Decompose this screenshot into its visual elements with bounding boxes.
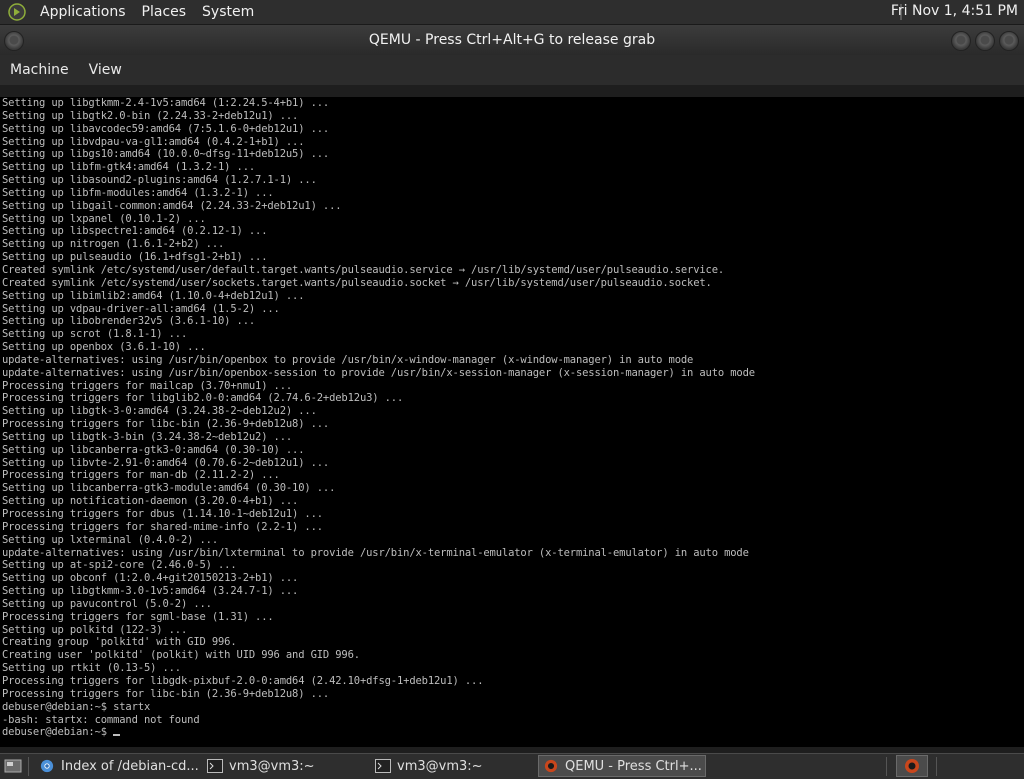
console-line: Processing triggers for libglib2.0-0:amd…: [2, 392, 404, 405]
console-line: Setting up obconf (1:2.0.4+git20150213-2…: [2, 572, 299, 585]
clock[interactable]: Fri Nov 1, 4:51 PM: [891, 3, 1018, 19]
console-line: Setting up pavucontrol (5.0-2) ...: [2, 597, 212, 610]
console-line: Setting up pulseaudio (16.1+dfsg1-2+b1) …: [2, 251, 268, 264]
qemu-icon: [544, 759, 558, 773]
console-line: Setting up vdpau-driver-all:amd64 (1.5-2…: [2, 302, 280, 315]
console-line: Setting up at-spi2-core (2.46.0-5) ...: [2, 559, 237, 572]
console-line: Processing triggers for libc-bin (2.36-9…: [2, 687, 330, 700]
maximize-button[interactable]: [975, 31, 995, 51]
console-line: Setting up libgtk-3-0:amd64 (3.24.38-2~d…: [2, 405, 317, 418]
taskbar-separator: [28, 757, 29, 776]
terminal-icon: [207, 759, 223, 773]
console-line: Setting up libcanberra-gtk3-0:amd64 (0.3…: [2, 443, 305, 456]
console-line: update-alternatives: using /usr/bin/lxte…: [2, 546, 749, 559]
menubar-spacer: [0, 85, 1024, 97]
show-desktop-icon[interactable]: [4, 758, 22, 774]
taskbar-separator: [886, 757, 887, 776]
console-line: Processing triggers for mailcap (3.70+nm…: [2, 379, 293, 392]
window-menu-button[interactable]: [4, 31, 24, 51]
taskbar-item-terminal-2[interactable]: vm3@vm3:~: [370, 755, 536, 777]
taskbar-item-browser[interactable]: Index of /debian-cd...: [34, 755, 200, 777]
console-line: Setting up openbox (3.6.1-10) ...: [2, 341, 206, 354]
console-line: Processing triggers for shared-mime-info…: [2, 520, 323, 533]
console-line: Setting up libvdpau-va-gl1:amd64 (0.4.2-…: [2, 135, 305, 148]
machine-menu[interactable]: Machine: [0, 62, 79, 78]
console-line: Setting up libspectre1:amd64 (0.2.12-1) …: [2, 225, 268, 238]
console-line: Processing triggers for dbus (1.14.10-1~…: [2, 508, 323, 520]
console-line: Setting up libasound2-plugins:amd64 (1.2…: [2, 174, 317, 187]
console-line: Processing triggers for libc-bin (2.36-9…: [2, 418, 330, 431]
taskbar-separator: [936, 757, 937, 776]
guest-console[interactable]: Setting up libgtkmm-2.4-1v5:amd64 (1:2.2…: [0, 97, 1024, 747]
console-line: Setting up libfm-modules:amd64 (1.3.2-1)…: [2, 186, 274, 199]
console-line: Setting up rtkit (0.13-5) ...: [2, 662, 181, 675]
console-line: Setting up libgtk2.0-bin (2.24.33-2+deb1…: [2, 109, 299, 122]
console-line: Setting up libgail-common:amd64 (2.24.33…: [2, 199, 342, 212]
console-line: Setting up libgs10:amd64 (10.0.0~dfsg-11…: [2, 148, 330, 161]
console-line: Setting up libfm-gtk4:amd64 (1.3.2-1) ..…: [2, 161, 256, 174]
taskbar-item-label: Index of /debian-cd...: [61, 758, 199, 774]
console-line: Created symlink /etc/systemd/user/socket…: [2, 276, 712, 289]
workspace-switcher[interactable]: [896, 755, 928, 777]
console-line: Setting up libgtkmm-2.4-1v5:amd64 (1:2.2…: [2, 97, 330, 109]
window-titlebar[interactable]: QEMU - Press Ctrl+Alt+G to release grab: [0, 25, 1024, 55]
console-line: Setting up libimlib2:amd64 (1.10.0-4+deb…: [2, 289, 305, 302]
text-cursor: [113, 734, 121, 737]
console-line: debuser@debian:~$ startx: [2, 700, 151, 713]
main-menu-logo-icon[interactable]: [8, 3, 26, 21]
console-line: Setting up notification-daemon (3.20.0-4…: [2, 495, 299, 508]
console-line: Created symlink /etc/systemd/user/defaul…: [2, 263, 725, 276]
console-line: Setting up libgtk-3-bin (3.24.38-2~deb12…: [2, 430, 293, 443]
terminal-icon: [375, 759, 391, 773]
console-line: debuser@debian:~$: [0, 726, 1024, 739]
console-line: Setting up libvte-2.91-0:amd64 (0.70.6-2…: [2, 456, 330, 469]
console-line: update-alternatives: using /usr/bin/open…: [2, 353, 694, 366]
console-line: Setting up nitrogen (1.6.1-2+b2) ...: [2, 238, 225, 251]
taskbar-item-label: vm3@vm3:~: [229, 758, 315, 774]
taskbar-item-label: QEMU - Press Ctrl+...: [565, 758, 702, 774]
console-line: Processing triggers for sgml-base (1.31)…: [2, 610, 274, 623]
console-line: Processing triggers for libgdk-pixbuf-2.…: [2, 674, 484, 687]
chromium-icon: [40, 759, 54, 773]
console-line: Processing triggers for man-db (2.11.2-2…: [2, 469, 280, 482]
console-line: Setting up lxterminal (0.4.0-2) ...: [2, 533, 219, 546]
bottom-taskbar: Index of /debian-cd... vm3@vm3:~ vm3@vm3…: [0, 753, 1024, 779]
view-menu[interactable]: View: [79, 62, 132, 78]
top-panel: Applications Places System Fri Nov 1, 4:…: [0, 0, 1024, 25]
taskbar-item-qemu[interactable]: QEMU - Press Ctrl+...: [538, 755, 706, 777]
console-line: -bash: startx: command not found: [2, 713, 200, 726]
console-line: Setting up libavcodec59:amd64 (7:5.1.6-0…: [2, 122, 330, 135]
console-line: Setting up lxpanel (0.10.1-2) ...: [2, 212, 206, 225]
console-line: update-alternatives: using /usr/bin/open…: [2, 366, 755, 379]
console-line: Setting up polkitd (122-3) ...: [2, 623, 188, 636]
places-menu[interactable]: Places: [134, 4, 195, 20]
console-line: Setting up libcanberra-gtk3-module:amd64…: [2, 482, 336, 495]
console-line: Creating group 'polkitd' with GID 996.: [2, 636, 237, 649]
taskbar-item-terminal-1[interactable]: vm3@vm3:~: [202, 755, 368, 777]
window-title: QEMU - Press Ctrl+Alt+G to release grab: [368, 32, 656, 48]
console-line: Creating user 'polkitd' (polkit) with UI…: [2, 649, 360, 662]
console-line: Setting up libobrender32v5 (3.6.1-10) ..…: [2, 315, 256, 328]
console-line: Setting up scrot (1.8.1-1) ...: [2, 328, 188, 341]
system-menu[interactable]: System: [194, 4, 262, 20]
minimize-button[interactable]: [951, 31, 971, 51]
window-menubar: Machine View: [0, 55, 1024, 85]
console-line: Setting up libgtkmm-3.0-1v5:amd64 (3.24.…: [2, 585, 299, 598]
workspace-qemu-icon: [905, 759, 919, 773]
taskbar-item-label: vm3@vm3:~: [397, 758, 483, 774]
close-button[interactable]: [999, 31, 1019, 51]
applications-menu[interactable]: Applications: [32, 4, 134, 20]
